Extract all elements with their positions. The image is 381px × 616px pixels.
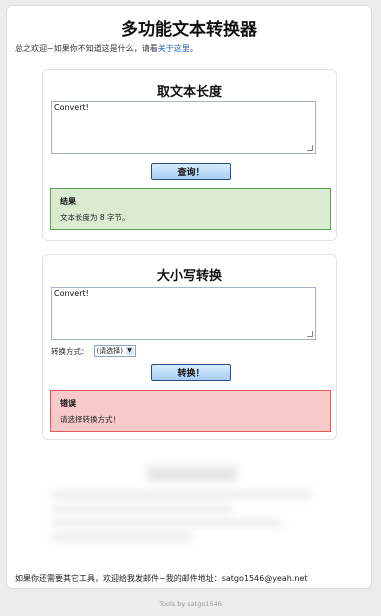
credit-text: Tools by satgo1546 — [159, 600, 222, 608]
page-title: 多功能文本转换器 — [121, 20, 257, 40]
result-text: 文本长度为 8 字节。 — [60, 213, 130, 222]
query-button[interactable]: 查询！ — [151, 163, 231, 180]
convert-button[interactable]: 转换！ — [151, 364, 231, 381]
about-link[interactable]: 关于这里 — [158, 44, 190, 53]
case-input[interactable]: Convert! — [51, 287, 316, 340]
error-text: 请选择转换方式！ — [60, 415, 120, 424]
length-card-title: 取文本长度 — [156, 85, 222, 100]
intro-text: 总之欢迎~如果你不知道这是什么，请看关于这里。 — [15, 43, 198, 54]
mode-row: 转换方式： (请选择) ▼ — [51, 345, 136, 357]
length-input[interactable]: Convert! — [51, 101, 316, 154]
mode-select-value: (请选择) — [96, 347, 123, 355]
result-box: 结果 文本长度为 8 字节。 — [50, 188, 331, 230]
mode-select[interactable]: (请选择) ▼ — [93, 345, 136, 357]
case-input-value: Convert! — [54, 289, 89, 298]
length-input-value: Convert! — [54, 103, 89, 112]
resize-grip-icon[interactable] — [307, 145, 313, 151]
mode-label: 转换方式： — [51, 346, 89, 356]
main-container: 多功能文本转换器 总之欢迎~如果你不知道这是什么，请看关于这里。 取文本长度 C… — [6, 5, 372, 589]
case-card: 大小写转换 Convert! 转换方式： (请选择) ▼ 转换！ 错误 请选择转… — [42, 254, 337, 440]
error-box: 错误 请选择转换方式！ — [50, 390, 331, 432]
contact-text: 如果你还需要其它工具，欢迎给我发邮件~我的邮件地址：satgo1546@yeah… — [15, 574, 308, 583]
length-card: 取文本长度 Convert! 查询！ 结果 文本长度为 8 字节。 — [42, 69, 337, 241]
error-title: 错误 — [60, 399, 76, 408]
case-card-title: 大小写转换 — [156, 269, 222, 284]
result-title: 结果 — [60, 197, 76, 206]
resize-grip-icon[interactable] — [307, 331, 313, 337]
chevron-down-icon[interactable]: ▼ — [125, 347, 134, 355]
intro-prefix: 总之欢迎~如果你不知道这是什么，请看 — [15, 44, 158, 53]
blurred-card — [42, 458, 342, 558]
intro-suffix: 。 — [189, 44, 198, 53]
